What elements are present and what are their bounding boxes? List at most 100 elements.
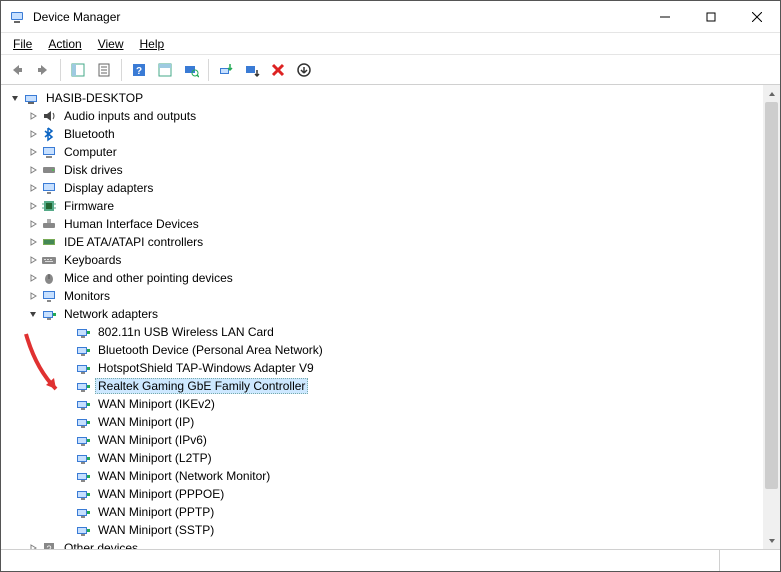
maximize-button[interactable] <box>688 1 734 32</box>
scroll-thumb[interactable] <box>765 102 778 489</box>
show-hide-tree-button[interactable] <box>66 58 90 82</box>
scroll-up-button[interactable] <box>763 85 780 102</box>
tree-node-cat-5[interactable]: Firmware <box>1 197 780 215</box>
tree-label[interactable]: Bluetooth <box>61 126 118 142</box>
svg-text:?: ? <box>46 544 51 549</box>
tree-label[interactable]: Monitors <box>61 288 113 304</box>
tree-node-cat-12[interactable]: ? Other devices <box>1 539 780 549</box>
chevron-down-icon[interactable] <box>7 90 23 106</box>
tree-label[interactable]: Firmware <box>61 198 117 214</box>
tree-label[interactable]: WAN Miniport (PPPOE) <box>95 486 227 502</box>
chevron-right-icon[interactable] <box>25 144 41 160</box>
tree-node-root[interactable]: HASIB-DESKTOP <box>1 89 780 107</box>
back-button[interactable] <box>5 58 29 82</box>
tree-label[interactable]: HotspotShield TAP-Windows Adapter V9 <box>95 360 317 376</box>
tree-node-cat-10[interactable]: Monitors <box>1 287 780 305</box>
tree-node-cat-0[interactable]: Audio inputs and outputs <box>1 107 780 125</box>
chevron-right-icon[interactable] <box>25 216 41 232</box>
chevron-right-icon[interactable] <box>25 270 41 286</box>
chevron-right-icon[interactable] <box>25 252 41 268</box>
tree-node-cat-1[interactable]: Bluetooth <box>1 125 780 143</box>
device-tree[interactable]: HASIB-DESKTOP Audio inputs and outputs Blu… <box>1 85 780 549</box>
status-right <box>720 550 780 571</box>
tree-node-dev-11-4[interactable]: WAN Miniport (IKEv2) <box>1 395 780 413</box>
device-icon: ? <box>41 540 57 549</box>
tree-label[interactable]: HASIB-DESKTOP <box>43 90 146 106</box>
tree-label[interactable]: 802.11n USB Wireless LAN Card <box>95 324 277 340</box>
chevron-right-icon[interactable] <box>25 198 41 214</box>
tree-label[interactable]: Keyboards <box>61 252 124 268</box>
tree-label[interactable]: Bluetooth Device (Personal Area Network) <box>95 342 326 358</box>
forward-button[interactable] <box>31 58 55 82</box>
uninstall-device-button[interactable] <box>266 58 290 82</box>
tree-node-dev-11-1[interactable]: Bluetooth Device (Personal Area Network) <box>1 341 780 359</box>
tree-node-dev-11-9[interactable]: WAN Miniport (PPPOE) <box>1 485 780 503</box>
update-driver-button[interactable] <box>214 58 238 82</box>
tree-node-dev-11-6[interactable]: WAN Miniport (IPv6) <box>1 431 780 449</box>
scroll-down-button[interactable] <box>763 532 780 549</box>
tree-node-cat-6[interactable]: Human Interface Devices <box>1 215 780 233</box>
action-icon-button[interactable] <box>153 58 177 82</box>
window-title: Device Manager <box>33 10 642 24</box>
chevron-right-icon[interactable] <box>25 234 41 250</box>
scan-hardware-button[interactable] <box>179 58 203 82</box>
tree-label[interactable]: WAN Miniport (SSTP) <box>95 522 217 538</box>
menu-file[interactable]: File <box>7 35 38 53</box>
tree-label[interactable]: IDE ATA/ATAPI controllers <box>61 234 206 250</box>
menu-view[interactable]: View <box>92 35 130 53</box>
chevron-right-icon[interactable] <box>25 288 41 304</box>
tree-node-dev-11-2[interactable]: HotspotShield TAP-Windows Adapter V9 <box>1 359 780 377</box>
help-button[interactable]: ? <box>127 58 151 82</box>
status-left <box>1 550 720 571</box>
chevron-right-icon[interactable] <box>25 162 41 178</box>
tree-node-dev-11-8[interactable]: WAN Miniport (Network Monitor) <box>1 467 780 485</box>
chevron-right-icon[interactable] <box>25 126 41 142</box>
chevron-right-icon[interactable] <box>25 180 41 196</box>
tree-node-dev-11-5[interactable]: WAN Miniport (IP) <box>1 413 780 431</box>
tree-label[interactable]: Display adapters <box>61 180 156 196</box>
toolbar-separator <box>60 59 61 81</box>
tree-node-cat-4[interactable]: Display adapters <box>1 179 780 197</box>
menu-help[interactable]: Help <box>134 35 171 53</box>
tree-label[interactable]: WAN Miniport (PPTP) <box>95 504 217 520</box>
tree-node-dev-11-7[interactable]: WAN Miniport (L2TP) <box>1 449 780 467</box>
tree-node-dev-11-10[interactable]: WAN Miniport (PPTP) <box>1 503 780 521</box>
chevron-right-icon[interactable] <box>25 540 41 549</box>
chevron-spacer <box>59 468 75 484</box>
tree-node-dev-11-3[interactable]: Realtek Gaming GbE Family Controller <box>1 377 780 395</box>
scroll-track[interactable] <box>763 102 780 532</box>
tree-label[interactable]: Disk drives <box>61 162 126 178</box>
tree-label[interactable]: Other devices <box>61 540 141 549</box>
tree-label[interactable]: Mice and other pointing devices <box>61 270 236 286</box>
device-icon <box>75 378 91 394</box>
device-icon <box>41 288 57 304</box>
tree-node-dev-11-0[interactable]: 802.11n USB Wireless LAN Card <box>1 323 780 341</box>
close-button[interactable] <box>734 1 780 32</box>
menu-action[interactable]: Action <box>42 35 87 53</box>
properties-button[interactable] <box>92 58 116 82</box>
tree-node-cat-11[interactable]: Network adapters <box>1 305 780 323</box>
tree-node-cat-7[interactable]: IDE ATA/ATAPI controllers <box>1 233 780 251</box>
tree-label[interactable]: WAN Miniport (L2TP) <box>95 450 215 466</box>
tree-label[interactable]: WAN Miniport (Network Monitor) <box>95 468 273 484</box>
tree-node-cat-2[interactable]: Computer <box>1 143 780 161</box>
tree-label[interactable]: Computer <box>61 144 120 160</box>
tree-label[interactable]: WAN Miniport (IP) <box>95 414 197 430</box>
chevron-right-icon[interactable] <box>25 108 41 124</box>
tree-label[interactable]: WAN Miniport (IPv6) <box>95 432 210 448</box>
tree-node-cat-8[interactable]: Keyboards <box>1 251 780 269</box>
disable-device-button[interactable] <box>240 58 264 82</box>
chevron-down-icon[interactable] <box>25 306 41 322</box>
vertical-scrollbar[interactable] <box>763 85 780 549</box>
minimize-button[interactable] <box>642 1 688 32</box>
tree-node-dev-11-11[interactable]: WAN Miniport (SSTP) <box>1 521 780 539</box>
chevron-spacer <box>59 324 75 340</box>
tree-label[interactable]: Realtek Gaming GbE Family Controller <box>95 378 308 394</box>
tree-label[interactable]: WAN Miniport (IKEv2) <box>95 396 218 412</box>
tree-node-cat-9[interactable]: Mice and other pointing devices <box>1 269 780 287</box>
tree-label[interactable]: Network adapters <box>61 306 161 322</box>
tree-label[interactable]: Human Interface Devices <box>61 216 202 232</box>
tree-label[interactable]: Audio inputs and outputs <box>61 108 199 124</box>
add-legacy-button[interactable] <box>292 58 316 82</box>
tree-node-cat-3[interactable]: Disk drives <box>1 161 780 179</box>
